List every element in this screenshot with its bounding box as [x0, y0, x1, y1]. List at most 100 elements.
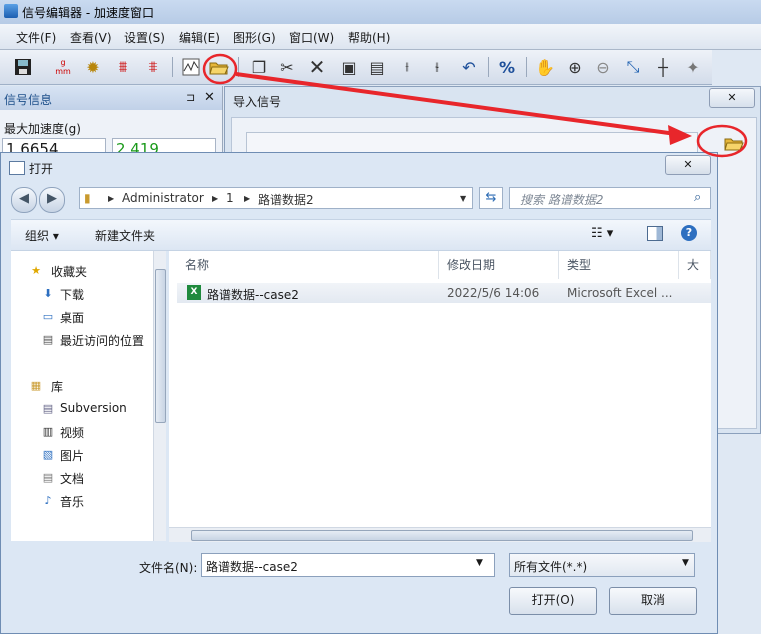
cursor-cross-icon[interactable]: ┼	[652, 56, 674, 78]
search-input[interactable]: 搜索 路谱数据2 ⌕	[509, 187, 711, 209]
excel-file-icon: X	[187, 285, 201, 300]
dialog-title: 打开	[29, 162, 54, 176]
folder-icon: ▮	[84, 191, 91, 205]
back-button[interactable]: ◀	[11, 187, 37, 213]
open-button[interactable]: 打开(O)	[509, 587, 597, 615]
search-icon[interactable]: ⌕	[694, 190, 701, 205]
organize-button[interactable]: 组织 ▾	[25, 227, 59, 244]
open-folder-icon[interactable]	[208, 56, 230, 78]
refresh-button[interactable]: ⇆	[479, 187, 503, 209]
view-options-icon[interactable]: ☷ ▾	[591, 226, 613, 241]
zoom-out-icon[interactable]: ⊖	[592, 56, 614, 78]
column-name[interactable]: 名称	[177, 251, 439, 279]
nav-scrollbar[interactable]	[153, 251, 166, 541]
crop-x-icon[interactable]: ⫲	[396, 56, 418, 78]
breadcrumb-current[interactable]: 路谱数据2	[258, 191, 314, 208]
paste-special-icon[interactable]: ▤	[366, 56, 388, 78]
file-list: 名称 修改日期 类型 大小 X 路谱数据--case2 2022/5/6 14:…	[169, 251, 711, 541]
scrollbar-thumb[interactable]	[191, 530, 693, 541]
close-button[interactable]: ✕	[709, 88, 755, 108]
address-bar[interactable]: ▮ ▶ Administrator ▶ 1 ▶ 路谱数据2 ▼	[79, 187, 473, 209]
menu-help[interactable]: 帮助(H)	[348, 29, 390, 46]
zoom-in-icon[interactable]: ⊕	[564, 56, 586, 78]
marker-icon[interactable]: ✦	[682, 56, 704, 78]
cancel-button[interactable]: 取消	[609, 587, 697, 615]
column-size[interactable]: 大小	[679, 251, 711, 300]
toolbar: g mm ✹ ⩩ ⩨ ❐ ✂ ✕ ▣ ▤ ⫲ ⫳ ↶ % ✋ ⊕ ⊖ ⤡ ┼ ✦	[0, 50, 712, 85]
chevron-right-icon: ▶	[212, 194, 219, 203]
pan-hand-icon[interactable]: ✋	[534, 56, 556, 78]
scrollbar-thumb[interactable]	[155, 269, 166, 423]
search-placeholder: 搜索 路谱数据2	[520, 193, 604, 207]
close-icon[interactable]: ✕	[204, 90, 215, 105]
nav-documents[interactable]: 文档	[60, 470, 84, 487]
file-date: 2022/5/6 14:06	[447, 286, 540, 300]
pin-icon[interactable]: ⊐	[186, 91, 195, 104]
menu-file[interactable]: 文件(F)	[16, 29, 56, 46]
nav-pictures[interactable]: 图片	[60, 447, 84, 464]
command-bar: 组织 ▾ 新建文件夹 ☷ ▾ ?	[11, 219, 711, 251]
file-name: 路谱数据--case2	[207, 288, 299, 302]
fit-icon[interactable]: ⤡	[622, 56, 644, 78]
filename-label: 文件名(N):	[139, 561, 198, 575]
menu-graphics[interactable]: 图形(G)	[233, 29, 276, 46]
delete-icon[interactable]: ✕	[306, 55, 328, 79]
save-icon[interactable]	[12, 56, 34, 78]
breadcrumb-administrator[interactable]: Administrator	[122, 191, 204, 205]
menu-edit[interactable]: 编辑(E)	[179, 29, 220, 46]
chevron-right-icon: ▶	[244, 194, 251, 203]
filetype-value: 所有文件(*.*)	[514, 560, 588, 574]
nav-desktop[interactable]: 桌面	[60, 309, 84, 326]
copy-icon[interactable]: ❐	[248, 56, 270, 78]
open-folder-icon[interactable]	[718, 130, 750, 156]
column-type[interactable]: 类型	[559, 251, 679, 279]
star-icon: ★	[31, 264, 41, 277]
percent-icon[interactable]: %	[496, 56, 518, 78]
filter-range-icon[interactable]: ⩨	[142, 56, 164, 78]
desktop-icon: ▭	[42, 310, 54, 323]
filename-value: 路谱数据--case2	[206, 560, 298, 574]
download-icon: ⬇	[43, 287, 53, 300]
nav-videos[interactable]: 视频	[60, 424, 84, 441]
nav-library[interactable]: 库	[51, 378, 63, 395]
forward-button[interactable]: ▶	[39, 187, 65, 213]
settings-gear-icon[interactable]: ✹	[82, 56, 104, 78]
waveform-icon[interactable]	[180, 56, 202, 78]
crop-y-icon[interactable]: ⫳	[426, 56, 448, 78]
unit-icon[interactable]: g mm	[52, 56, 74, 78]
chevron-right-icon: ▶	[108, 194, 115, 203]
app-titlebar: 信号编辑器 - 加速度窗口	[0, 0, 761, 24]
menu-bar: 文件(F) 查看(V) 设置(S) 编辑(E) 图形(G) 窗口(W) 帮助(H…	[0, 24, 761, 50]
nav-subversion[interactable]: Subversion	[60, 401, 127, 415]
filter-icon[interactable]: ⩩	[112, 56, 134, 78]
horizontal-scrollbar[interactable]	[169, 527, 711, 542]
video-icon: ▥	[42, 425, 54, 438]
music-icon: ♪	[44, 494, 52, 507]
navigation-pane: ★ 收藏夹 ⬇ 下载 ▭ 桌面 ▤ 最近访问的位置 ▦ 库 ▤ Subversi…	[11, 251, 153, 541]
undo-icon[interactable]: ↶	[458, 56, 480, 78]
paste-icon[interactable]: ▣	[338, 56, 360, 78]
file-type: Microsoft Excel ...	[567, 286, 673, 300]
nav-recent[interactable]: 最近访问的位置	[60, 332, 144, 349]
new-folder-button[interactable]: 新建文件夹	[95, 227, 155, 244]
nav-favorites[interactable]: 收藏夹	[51, 263, 87, 280]
panel-header: 信号信息 ⊐ ✕	[0, 86, 222, 110]
column-date[interactable]: 修改日期	[439, 251, 559, 279]
menu-settings[interactable]: 设置(S)	[124, 29, 165, 46]
preview-pane-icon[interactable]	[647, 226, 663, 241]
menu-window[interactable]: 窗口(W)	[289, 29, 334, 46]
file-row[interactable]: X 路谱数据--case2 2022/5/6 14:06 Microsoft E…	[177, 283, 711, 303]
filename-input[interactable]: 路谱数据--case2 ▼	[201, 553, 495, 577]
filetype-select[interactable]: 所有文件(*.*) ▼	[509, 553, 695, 577]
nav-downloads[interactable]: 下载	[60, 286, 84, 303]
cut-icon[interactable]: ✂	[276, 56, 298, 78]
chevron-down-icon[interactable]: ▼	[476, 558, 483, 568]
subversion-icon: ▤	[42, 402, 54, 415]
nav-music[interactable]: 音乐	[60, 493, 84, 510]
breadcrumb-1[interactable]: 1	[226, 191, 234, 205]
library-icon: ▦	[30, 379, 42, 392]
menu-view[interactable]: 查看(V)	[70, 29, 112, 46]
close-button[interactable]: ✕	[665, 155, 711, 175]
help-icon[interactable]: ?	[681, 225, 697, 241]
chevron-down-icon[interactable]: ▼	[460, 194, 466, 203]
